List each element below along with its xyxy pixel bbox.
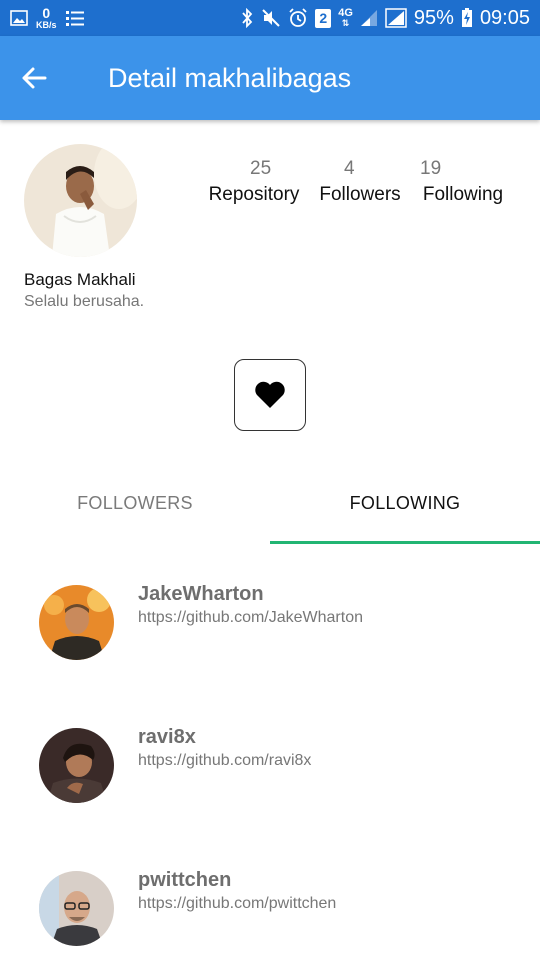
list-item[interactable]: pwittchen https://github.com/pwittchen: [0, 869, 540, 960]
app-bar: Detail makhalibagas: [0, 36, 540, 120]
stat-following-count: 19: [420, 158, 442, 179]
stat-following-label: Following: [422, 184, 504, 205]
user-login: ravi8x: [138, 726, 196, 748]
user-avatar: [39, 871, 114, 946]
status-bar-left: 0 KB/s: [10, 6, 85, 30]
status-bar-right: 2 4G ⇅ 95% 09:05: [240, 4, 530, 32]
alarm-icon: [288, 8, 308, 28]
heart-icon: [255, 381, 285, 408]
stat-followers-label: Followers: [319, 184, 401, 205]
tab-followers[interactable]: FOLLOWERS: [0, 462, 270, 544]
stat-repository-count: 25: [250, 158, 272, 179]
net-speed-indicator: 0 KB/s: [36, 4, 57, 30]
signal-icon-2: [385, 8, 407, 28]
stat-repository-label: Repository: [208, 184, 300, 205]
tab-indicator: [270, 541, 540, 544]
net-speed-value: 0: [42, 4, 51, 21]
stat-repository: 25 Repository: [208, 158, 300, 210]
list-item[interactable]: JakeWharton https://github.com/JakeWhart…: [0, 583, 540, 695]
list-notification-icon: [65, 9, 85, 27]
page-title: Detail makhalibagas: [108, 63, 352, 93]
network-type-label: 4G: [338, 7, 353, 19]
stat-followers-count: 4: [344, 158, 355, 179]
list-item[interactable]: ravi8x https://github.com/ravi8x: [0, 726, 540, 838]
profile-avatar: [24, 144, 137, 257]
arrow-back-icon: [22, 67, 47, 89]
user-url: https://github.com/pwittchen: [138, 895, 337, 912]
clock: 09:05: [479, 7, 530, 29]
favorite-button[interactable]: [234, 359, 306, 431]
sim-slot-label: 2: [315, 8, 332, 28]
sim-slot-icon: 2: [315, 8, 332, 28]
signal-icon-1: [360, 9, 378, 27]
user-avatar: [39, 728, 114, 803]
stat-following: 19 Following: [420, 158, 506, 210]
profile-name: Bagas Makhali: [24, 270, 136, 289]
status-bar: 0 KB/s 2 4G ⇅ 95% 09:05: [0, 0, 540, 36]
gallery-notification-icon: [10, 10, 28, 26]
mute-icon: [261, 8, 281, 28]
net-speed-unit: KB/s: [36, 19, 57, 30]
profile-bio: Selalu berusaha.: [24, 293, 145, 310]
back-button[interactable]: [14, 58, 54, 98]
user-url: https://github.com/JakeWharton: [138, 609, 363, 626]
user-url: https://github.com/ravi8x: [138, 752, 312, 769]
user-login: JakeWharton: [138, 583, 264, 605]
battery-percent: 95%: [413, 7, 454, 29]
data-arrows-icon: ⇅: [341, 18, 350, 28]
bluetooth-icon: [240, 8, 254, 28]
stat-followers: 4 Followers: [318, 158, 402, 210]
user-avatar: [39, 585, 114, 660]
network-type-icon: 4G ⇅: [338, 7, 353, 29]
tab-following[interactable]: FOLLOWING: [270, 462, 540, 544]
tab-bar: FOLLOWERS FOLLOWING: [0, 462, 540, 544]
battery-charging-icon: [461, 8, 473, 28]
user-login: pwittchen: [138, 869, 232, 891]
